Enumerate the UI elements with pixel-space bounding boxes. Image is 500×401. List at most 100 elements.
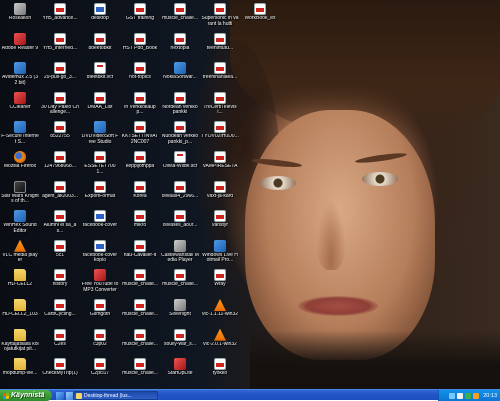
document-icon [54,180,66,193]
desktop-icon[interactable]: Windows Live Hotmail Pro... [201,239,239,269]
messenger-icon[interactable] [473,392,480,399]
desktop-icon[interactable]: Castlewanstall Media Player [161,239,199,269]
desktop-icon[interactable]: WorkBook_ex [241,2,279,32]
desktop-icon[interactable]: desktop [81,2,119,32]
desktop-icon[interactable]: Star Wars Knights of th... [1,180,39,210]
desktop-icon[interactable]: muscle_challe... [121,268,159,298]
desktop-icon[interactable]: F-Secure Internet S... [1,120,39,150]
desktop-icon[interactable]: tyokko [201,357,239,387]
desktop-icon[interactable]: mopdump-vie... [1,357,39,387]
desktop-icon[interactable]: vanstyr [201,209,239,239]
desktop-icon[interactable]: Nuodean verkkopankki_p... [161,120,199,150]
desktop-icon[interactable]: muscle_challe... [161,268,199,298]
desktop-icon[interactable]: Silverlight [161,298,199,328]
desktop-icon[interactable]: olivasell_a80r... [161,209,199,239]
desktop-icon[interactable]: HD-CELL2_103 [1,298,39,328]
desktop-icon[interactable]: Avidemux 2.5 (32 bit) [1,61,39,91]
desktop-icon[interactable]: mikro [121,209,159,239]
startuplite-icon [174,358,186,371]
desktop-icon[interactable]: vlc-2.0.1-win32 [201,328,239,358]
desktop-icon[interactable]: KKTSETTINVAT 2NC007 [121,120,159,150]
desktop-icon[interactable]: Adobe Reader 9 [1,32,39,62]
desktop-icon[interactable]: Free YouTube to MP3 Converter [81,268,119,298]
desktop-icon[interactable]: nextopia [161,32,199,62]
desktop-icon[interactable]: Käyttäjätilalla kolojatutkijat pit... [1,328,39,358]
desktop-icon[interactable]: muscle_challe... [161,2,199,32]
document-icon [94,358,106,371]
desktop-icon[interactable]: CCleaner [1,91,39,121]
desktop-icon[interactable]: GST training [121,2,159,32]
desktop-icon[interactable]: Wfay [201,268,239,298]
desktop-icon[interactable]: HST Pdd_Book [121,32,159,62]
desktop-icon[interactable]: CheckMyTrip(1) [41,357,79,387]
desktop-icon[interactable]: 8522755 [41,120,79,150]
desktop-icon[interactable]: muscle_challe... [121,328,159,358]
desktop-icon[interactable]: 29-pull-go_3... [41,61,79,91]
desktop-icon[interactable]: Alumni ei sa_as... [41,209,79,239]
desktop-icon[interactable]: Roskakori [1,2,39,32]
ie-icon[interactable] [56,391,64,400]
desktop-icon[interactable]: Mozilla Firefox [1,150,39,180]
desktop-icon[interactable]: dieet8kit.vcf [81,61,119,91]
document-icon [214,151,226,163]
desktop-icon[interactable]: StartUpLite [161,357,199,387]
desktop-icon[interactable]: DMAA_List [81,91,119,121]
desktop-icon[interactable]: muscle_challe... [121,357,159,387]
desktop-icon[interactable]: Supersonic in varant la hutti [201,2,239,32]
desktop-icon[interactable]: C2pci17 [81,357,119,387]
desktop-icon[interactable]: NokiaSoftwar... [161,61,199,91]
desktop-icon-label: mopdump-vie... [2,371,38,377]
desktop-icon[interactable]: vaxt-ja-kard [201,180,239,210]
taskbar-window-button[interactable]: Desktop-thread (lus... [73,391,158,400]
desktop-icon[interactable]: C2es [41,328,79,358]
desktop-icon[interactable]: c3p02 [81,328,119,358]
desktop-icon[interactable]: nau-Cavalier-it [121,239,159,269]
desktop-icon[interactable]: vlc-1.1.11-win32 [201,298,239,328]
desktop-icon[interactable]: DVDVideoSoft Free Studio [81,120,119,150]
desktop-icon[interactable]: olivaas4_2966... [161,180,199,210]
desktop-icon[interactable]: keppijomppa [121,150,159,180]
desktop-icon[interactable]: TreCertiTelevisi... [201,91,239,121]
desktop-icon[interactable]: 5c1 [41,239,79,269]
desktop-icon[interactable]: CarbCycling... [41,298,79,328]
desktop-icon[interactable]: Olivia-Wilde.scf [161,150,199,180]
desktop-icon[interactable]: facebook-cover kopio [81,239,119,269]
document-icon [54,269,66,282]
desktop-icon[interactable]: muscle_challe... [121,298,159,328]
desktop-icon-label: F-Secure Internet S... [1,134,39,145]
desktop-icon[interactable]: Yrt5_interned... [41,32,79,62]
desktop-icon[interactable]: agent_ak2003... [41,180,79,210]
desktop-icon[interactable]: hot-topics [121,61,159,91]
desktop-icon[interactable]: ExportFormat [81,180,119,210]
desktop-icon[interactable]: 30 Day Paleo Challenge... [41,91,79,121]
desktop-icon[interactable]: VLC media player [1,239,39,269]
desktop[interactable]: Roskakori Adobe Reader 9 Avidemux 2.5 (32 … [0,0,500,389]
desktop-icon[interactable]: TYOV02IH0D0... [201,120,239,150]
desktop-icon[interactable]: ESSETET7001... [81,150,119,180]
desktop-icon[interactable]: Yrt5_advance... [41,2,79,32]
desktop-icon[interactable]: Korea [121,180,159,210]
desktop-icon-label: history [52,282,68,288]
desktop-icon[interactable]: VAMPIRESETA [201,150,239,180]
desktop-icon[interactable]: treeninahiaea... [201,61,239,91]
desktop-icon[interactable]: HD-CELL2 [1,268,39,298]
shield-icon[interactable] [465,392,472,399]
volume-icon[interactable] [457,392,464,399]
desktop-icon[interactable]: Gsmgoth [81,298,119,328]
desktop-icon[interactable]: WinHex Sound Editor [1,209,39,239]
document-icon [214,358,226,371]
desktop-icon[interactable]: 1247968068... [41,150,79,180]
start-button[interactable]: Käynnistä [0,390,52,401]
network-icon[interactable] [449,392,456,399]
desktop-icon[interactable]: Nordean verkkopankki [161,91,199,121]
desktop-icon[interactable]: facebook-cover [81,209,119,239]
desktop-icon[interactable]: soully-war_s... [161,328,199,358]
document-icon [94,239,106,252]
desktop-icon-label: muscle_challe... [162,282,198,288]
desktop-icon[interactable]: in Verkkokaupp... [121,91,159,121]
desktop-icon[interactable]: history [41,268,79,298]
document-icon [214,210,226,223]
desktop-icon-label: mikro [133,223,147,229]
desktop-icon[interactable]: 8beet8bkit [81,32,119,62]
desktop-icon[interactable]: teenintutu... [201,32,239,62]
